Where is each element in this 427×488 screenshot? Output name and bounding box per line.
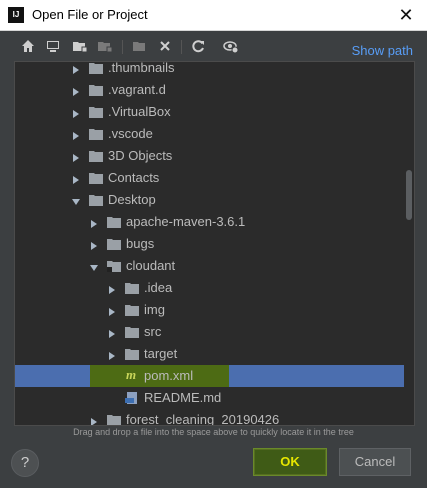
tree-row-label: img [144, 302, 165, 317]
tree-row[interactable]: forest_cleaning_20190426 [15, 409, 414, 426]
project-folder-icon[interactable] [72, 38, 88, 54]
chevron-right-icon[interactable] [89, 217, 99, 228]
close-button[interactable]: ✕ [395, 4, 417, 26]
tree-row-label: Desktop [108, 192, 156, 207]
markdown-file-icon [125, 392, 139, 404]
open-file-dialog: IJ Open File or Project ✕ Show path .thu… [0, 0, 427, 488]
tree-row[interactable]: 3D Objects [15, 145, 414, 167]
tree-scrollbar[interactable] [404, 62, 414, 425]
tree-row[interactable]: Desktop [15, 189, 414, 211]
tree-row-label: forest_cleaning_20190426 [126, 412, 280, 426]
title-bar: IJ Open File or Project ✕ [0, 0, 427, 31]
tree-row[interactable]: src [15, 321, 414, 343]
folder-icon [107, 216, 121, 228]
ok-button[interactable]: OK [253, 448, 327, 476]
tree-row-label: target [144, 346, 178, 361]
folder-icon [107, 414, 121, 425]
toolbar: Show path [0, 31, 427, 61]
tree-row-label: pom.xml [144, 368, 194, 383]
tree-row[interactable]: README.md [15, 387, 414, 409]
cancel-button[interactable]: Cancel [339, 448, 411, 476]
folder-icon [89, 172, 103, 184]
folder-icon [89, 106, 103, 118]
chevron-right-icon[interactable] [71, 129, 81, 140]
chevron-right-icon[interactable] [107, 283, 117, 294]
tree-row-label: cloudant [126, 258, 176, 273]
chevron-right-icon[interactable] [89, 239, 99, 250]
refresh-icon[interactable] [190, 38, 206, 54]
scrollbar-thumb[interactable] [406, 170, 412, 220]
chevron-down-icon[interactable] [89, 261, 99, 271]
folder-icon [125, 326, 139, 338]
tree-row-label: 3D Objects [108, 148, 173, 163]
folder-icon [107, 238, 121, 250]
chevron-right-icon[interactable] [71, 151, 81, 162]
chevron-right-icon[interactable] [107, 327, 117, 338]
tree-row-label: .thumbnails [108, 61, 175, 75]
tree-row[interactable]: target [15, 343, 414, 365]
new-folder-icon[interactable] [132, 38, 148, 54]
chevron-right-icon[interactable] [71, 173, 81, 184]
folder-icon [125, 348, 139, 360]
tree-row-label: Contacts [108, 170, 160, 185]
folder-icon [125, 282, 139, 294]
folder-icon [89, 128, 103, 140]
show-hidden-icon[interactable] [223, 38, 239, 54]
tree-row[interactable]: cloudant [15, 255, 414, 277]
tree-row-label: src [144, 324, 162, 339]
desktop-icon[interactable] [45, 38, 61, 54]
intellij-logo-icon: IJ [8, 7, 24, 23]
tree-row[interactable]: .vagrant.d [15, 79, 414, 101]
show-path-link[interactable]: Show path [352, 43, 413, 58]
home-icon[interactable] [20, 38, 36, 54]
tree-row-label: bugs [126, 236, 155, 251]
svg-text:m: m [126, 367, 136, 381]
tree-row[interactable]: img [15, 299, 414, 321]
help-button[interactable]: ? [11, 449, 39, 477]
tree-row-label: .vscode [108, 126, 153, 141]
tree-row-label: .VirtualBox [108, 104, 171, 119]
tree-row[interactable]: .idea [15, 277, 414, 299]
chevron-right-icon[interactable] [71, 63, 81, 74]
chevron-right-icon[interactable] [107, 305, 117, 316]
tree-row-label: .idea [144, 280, 173, 295]
module-folder-icon[interactable] [97, 38, 113, 54]
chevron-right-icon[interactable] [71, 85, 81, 96]
dialog-title: Open File or Project [32, 7, 148, 22]
tree-row-label: .vagrant.d [108, 82, 166, 97]
tree-row-label: README.md [144, 390, 222, 405]
folder-icon [89, 150, 103, 162]
tree-row[interactable]: apache-maven-3.6.1 [15, 211, 414, 233]
tree-row-label: apache-maven-3.6.1 [126, 214, 246, 229]
folder-icon [89, 62, 103, 74]
tree-row[interactable]: m pom.xml [15, 365, 414, 387]
tree-row[interactable]: .thumbnails [15, 61, 414, 79]
chevron-right-icon[interactable] [89, 415, 99, 425]
chevron-right-icon[interactable] [71, 107, 81, 118]
maven-file-icon: m [125, 367, 139, 382]
tree-row[interactable]: Contacts [15, 167, 414, 189]
chevron-down-icon[interactable] [71, 195, 81, 205]
toolbar-separator [122, 40, 123, 54]
folder-icon [89, 194, 103, 206]
toolbar-separator [181, 40, 182, 54]
file-tree[interactable]: .thumbnails .vagrant.d .VirtualBox .vscode 3… [14, 61, 415, 426]
drag-drop-hint: Drag and drop a file into the space abov… [73, 427, 354, 437]
delete-icon[interactable] [157, 38, 173, 54]
tree-row[interactable]: .vscode [15, 123, 414, 145]
tree-row[interactable]: .VirtualBox [15, 101, 414, 123]
folder-icon [125, 304, 139, 316]
project-folder-icon [107, 260, 121, 272]
chevron-right-icon[interactable] [107, 349, 117, 360]
folder-icon [89, 84, 103, 96]
tree-row[interactable]: bugs [15, 233, 414, 255]
